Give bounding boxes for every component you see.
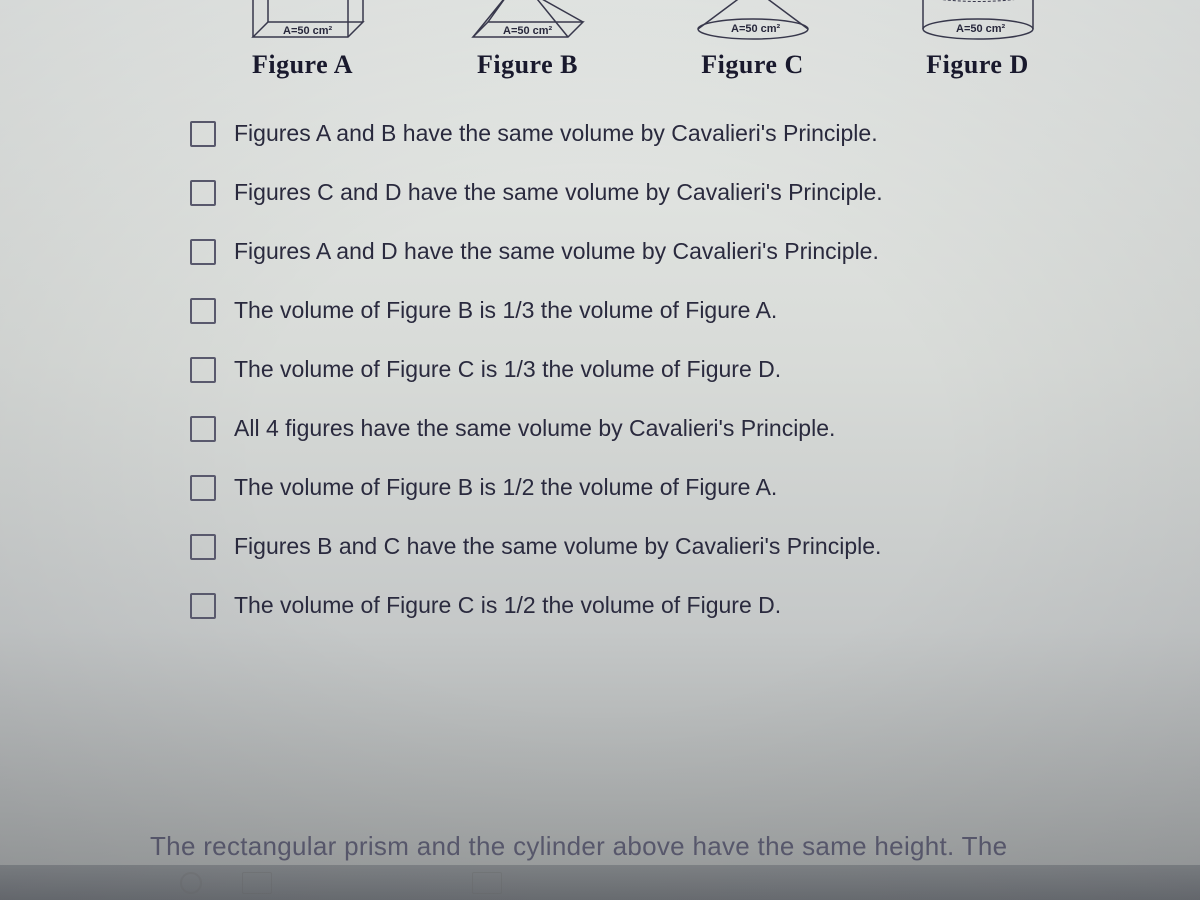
- option-item[interactable]: Figures C and D have the same volume by …: [190, 179, 1170, 206]
- figure-b-shape: A=50 cm²: [458, 0, 598, 42]
- option-item[interactable]: The volume of Figure B is 1/3 the volume…: [190, 297, 1170, 324]
- figure-b-label: Figure B: [477, 50, 578, 80]
- checkbox-icon[interactable]: [190, 239, 216, 265]
- next-question-text: The rectangular prism and the cylinder a…: [150, 831, 1180, 862]
- option-item[interactable]: Figures A and D have the same volume by …: [190, 238, 1170, 265]
- checkbox-icon[interactable]: [190, 593, 216, 619]
- checkbox-icon[interactable]: [190, 534, 216, 560]
- option-text: The volume of Figure B is 1/3 the volume…: [234, 297, 777, 324]
- option-text: The volume of Figure B is 1/2 the volume…: [234, 474, 777, 501]
- checkbox-icon[interactable]: [190, 475, 216, 501]
- option-text: Figures A and D have the same volume by …: [234, 238, 879, 265]
- option-text: Figures A and B have the same volume by …: [234, 120, 878, 147]
- option-text: Figures B and C have the same volume by …: [234, 533, 881, 560]
- checkbox-icon[interactable]: [190, 121, 216, 147]
- option-text: The volume of Figure C is 1/3 the volume…: [234, 356, 781, 383]
- figure-a-area-label: A=50 cm²: [283, 25, 333, 37]
- figure-c-shape: A=50 cm²: [683, 0, 823, 42]
- taskbar: [0, 865, 1200, 900]
- option-item[interactable]: All 4 figures have the same volume by Ca…: [190, 415, 1170, 442]
- option-item[interactable]: Figures A and B have the same volume by …: [190, 120, 1170, 147]
- option-item[interactable]: Figures B and C have the same volume by …: [190, 533, 1170, 560]
- question-content: A=50 cm² Figure A A=50 cm² Figure B: [0, 0, 1200, 900]
- taskbar-icon[interactable]: [472, 872, 502, 894]
- figure-d-label: Figure D: [926, 50, 1028, 80]
- figure-a-group: A=50 cm² Figure A: [190, 0, 415, 80]
- taskbar-icon[interactable]: [242, 872, 272, 894]
- figure-b-group: A=50 cm² Figure B: [415, 0, 640, 80]
- figure-b-area-label: A=50 cm²: [503, 25, 553, 37]
- checkbox-icon[interactable]: [190, 416, 216, 442]
- option-item[interactable]: The volume of Figure C is 1/2 the volume…: [190, 592, 1170, 619]
- checkbox-icon[interactable]: [190, 357, 216, 383]
- taskbar-icon[interactable]: [180, 872, 202, 894]
- figure-d-shape: A=50 cm²: [908, 0, 1048, 42]
- figures-row: A=50 cm² Figure A A=50 cm² Figure B: [10, 0, 1190, 90]
- checkbox-icon[interactable]: [190, 298, 216, 324]
- figure-a-shape: A=50 cm²: [233, 0, 373, 42]
- option-text: The volume of Figure C is 1/2 the volume…: [234, 592, 781, 619]
- figure-d-group: A=50 cm² Figure D: [865, 0, 1090, 80]
- figure-c-group: A=50 cm² Figure C: [640, 0, 865, 80]
- option-text: Figures C and D have the same volume by …: [234, 179, 883, 206]
- figure-c-area-label: A=50 cm²: [731, 23, 781, 35]
- figure-a-label: Figure A: [252, 50, 353, 80]
- option-item[interactable]: The volume of Figure B is 1/2 the volume…: [190, 474, 1170, 501]
- figure-c-label: Figure C: [701, 50, 803, 80]
- options-list: Figures A and B have the same volume by …: [10, 90, 1190, 671]
- checkbox-icon[interactable]: [190, 180, 216, 206]
- option-text: All 4 figures have the same volume by Ca…: [234, 415, 835, 442]
- option-item[interactable]: The volume of Figure C is 1/3 the volume…: [190, 356, 1170, 383]
- figure-d-area-label: A=50 cm²: [956, 23, 1006, 35]
